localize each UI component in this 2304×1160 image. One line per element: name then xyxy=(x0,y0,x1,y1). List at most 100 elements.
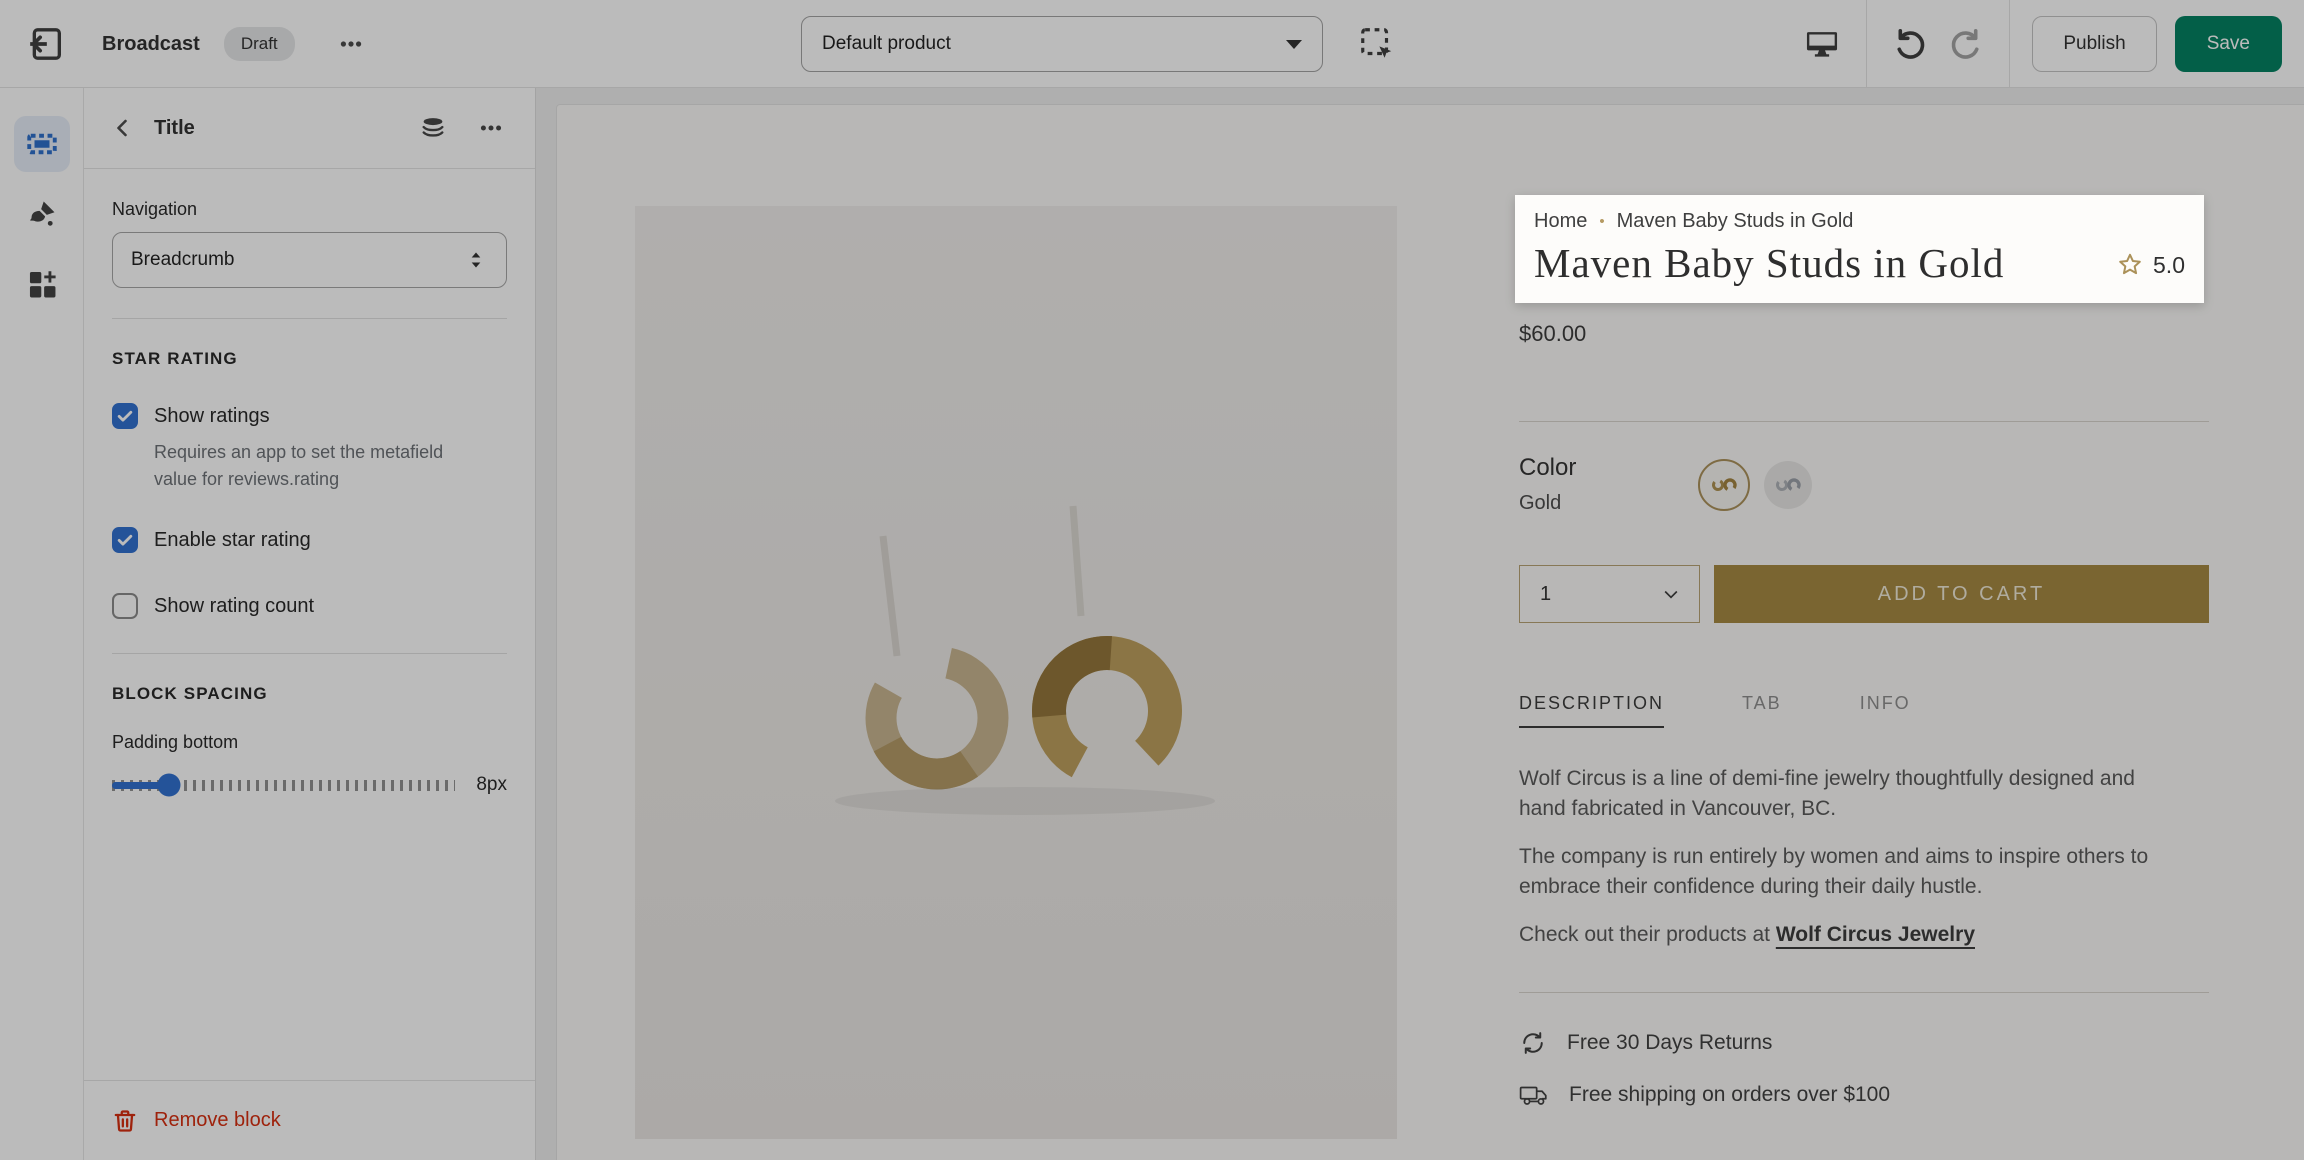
back-button[interactable] xyxy=(108,113,138,143)
link-prefix: Check out their products at xyxy=(1519,923,1776,946)
quantity-select[interactable]: 1 xyxy=(1519,565,1700,623)
inspect-element-button[interactable] xyxy=(1355,22,1399,66)
divider xyxy=(1519,992,2209,993)
refresh-icon xyxy=(1519,1029,1547,1057)
editor-rail xyxy=(0,88,84,1160)
product-title: Maven Baby Studs in Gold xyxy=(1534,239,2004,287)
swatch-silver[interactable] xyxy=(1764,461,1812,509)
perk-returns: Free 30 Days Returns xyxy=(1519,1029,2209,1057)
divider xyxy=(112,318,507,319)
show-ratings-helper: Requires an app to set the metafield val… xyxy=(154,439,459,493)
status-badge: Draft xyxy=(224,27,295,61)
show-rating-count-checkbox[interactable] xyxy=(112,593,138,619)
padding-bottom-label: Padding bottom xyxy=(112,732,507,753)
block-settings-panel: Title xyxy=(84,88,536,1160)
padding-bottom-value: 8px xyxy=(455,774,507,796)
theme-name: Broadcast xyxy=(102,33,200,56)
panel-header: Title xyxy=(84,88,535,169)
product-description: Wolf Circus is a line of demi-fine jewel… xyxy=(1519,764,2167,950)
slider-thumb[interactable] xyxy=(158,774,181,797)
block-options-button[interactable] xyxy=(475,112,507,144)
block-spacing-heading: BLOCK SPACING xyxy=(112,684,507,704)
padding-bottom-slider-row: 8px xyxy=(112,773,507,797)
desktop-icon xyxy=(1803,25,1841,63)
product-price: $60.00 xyxy=(1519,321,2209,347)
enable-star-rating-label: Enable star rating xyxy=(154,529,311,552)
exit-editor-button[interactable] xyxy=(24,22,68,66)
chevron-left-icon xyxy=(111,116,135,140)
color-option-row: Color Gold xyxy=(1519,454,2209,515)
dynamic-source-button[interactable] xyxy=(417,112,449,144)
perk-text: Free 30 Days Returns xyxy=(1567,1031,1772,1055)
color-option-label: Color xyxy=(1519,454,1576,482)
redo-icon xyxy=(1949,26,1985,62)
tab-info[interactable]: INFO xyxy=(1860,693,1911,726)
silver-swatch-thumb xyxy=(1775,477,1801,493)
show-rating-count-label: Show rating count xyxy=(154,595,314,618)
trash-icon xyxy=(112,1108,138,1134)
perk-shipping: Free shipping on orders over $100 xyxy=(1519,1083,2209,1107)
tab-tab[interactable]: TAB xyxy=(1742,693,1782,726)
save-button[interactable]: Save xyxy=(2175,16,2282,72)
navigation-select[interactable]: Breadcrumb xyxy=(112,232,507,288)
divider xyxy=(112,653,507,654)
wolf-circus-link[interactable]: Wolf Circus Jewelry xyxy=(1776,923,1975,946)
breadcrumb-separator: • xyxy=(1599,213,1604,230)
quantity-value: 1 xyxy=(1540,583,1551,606)
theme-editor: Broadcast Draft Default product xyxy=(0,0,2304,1160)
add-to-cart-button[interactable]: ADD TO CART xyxy=(1714,565,2209,623)
redo-button[interactable] xyxy=(1947,24,1987,64)
gold-earrings-photo xyxy=(635,206,1397,1139)
rail-theme-settings-tab[interactable] xyxy=(14,186,70,242)
tab-description[interactable]: DESCRIPTION xyxy=(1519,693,1664,728)
panel-footer: Remove block xyxy=(84,1080,535,1160)
block-spacing-section: BLOCK SPACING Padding bottom 8px xyxy=(84,684,535,797)
undo-button[interactable] xyxy=(1889,24,1929,64)
rail-sections-tab[interactable] xyxy=(14,116,70,172)
product-rating: 5.0 xyxy=(2116,251,2185,279)
padding-bottom-slider[interactable] xyxy=(112,773,455,797)
topbar: Broadcast Draft Default product xyxy=(0,0,2304,88)
truck-icon xyxy=(1519,1083,1549,1107)
device-preview-button[interactable] xyxy=(1800,22,1844,66)
kebab-icon xyxy=(478,115,504,141)
perk-text: Free shipping on orders over $100 xyxy=(1569,1083,1890,1107)
rail-apps-tab[interactable] xyxy=(14,256,70,312)
sections-icon xyxy=(24,126,60,162)
navigation-select-value: Breadcrumb xyxy=(131,249,235,271)
select-updown-icon xyxy=(464,248,488,272)
swatch-gold[interactable] xyxy=(1698,459,1750,511)
enable-star-rating-checkbox[interactable] xyxy=(112,527,138,553)
show-ratings-checkbox[interactable] xyxy=(112,403,138,429)
product-image[interactable] xyxy=(635,206,1397,1139)
panel-title: Title xyxy=(154,117,195,140)
title-block[interactable]: Home • Maven Baby Studs in Gold Maven Ba… xyxy=(1515,195,2204,303)
page-selector-value: Default product xyxy=(822,33,951,55)
breadcrumb: Home • Maven Baby Studs in Gold xyxy=(1534,210,2185,233)
navigation-setting: Navigation Breadcrumb xyxy=(84,199,535,288)
description-paragraph: The company is run entirely by women and… xyxy=(1519,842,2167,902)
description-paragraph: Wolf Circus is a line of demi-fine jewel… xyxy=(1519,764,2167,824)
rating-value: 5.0 xyxy=(2153,252,2185,279)
marquee-select-icon xyxy=(1358,25,1396,63)
product-info-column: $60.00 Color Gold xyxy=(1519,305,2209,1107)
stack-icon xyxy=(419,114,447,142)
theme-options-button[interactable] xyxy=(333,26,369,62)
page-selector[interactable]: Default product xyxy=(801,16,1323,72)
apps-icon xyxy=(25,267,59,301)
chevron-down-icon xyxy=(1286,40,1302,49)
publish-button[interactable]: Publish xyxy=(2032,16,2156,72)
star-icon xyxy=(2116,251,2144,279)
show-ratings-label: Show ratings xyxy=(154,405,270,428)
breadcrumb-home-link[interactable]: Home xyxy=(1534,210,1587,233)
divider xyxy=(2009,0,2010,88)
enable-star-rating-row: Enable star rating xyxy=(112,527,507,553)
star-rating-section: STAR RATING Show ratings Requires an app… xyxy=(84,349,535,619)
star-rating-heading: STAR RATING xyxy=(112,349,507,369)
remove-block-label: Remove block xyxy=(154,1109,281,1132)
product-tabs: DESCRIPTION TAB INFO xyxy=(1519,693,2209,728)
divider xyxy=(1866,0,1867,88)
exit-icon xyxy=(26,24,66,64)
remove-block-button[interactable]: Remove block xyxy=(112,1108,281,1134)
paintbrush-icon xyxy=(25,197,59,231)
